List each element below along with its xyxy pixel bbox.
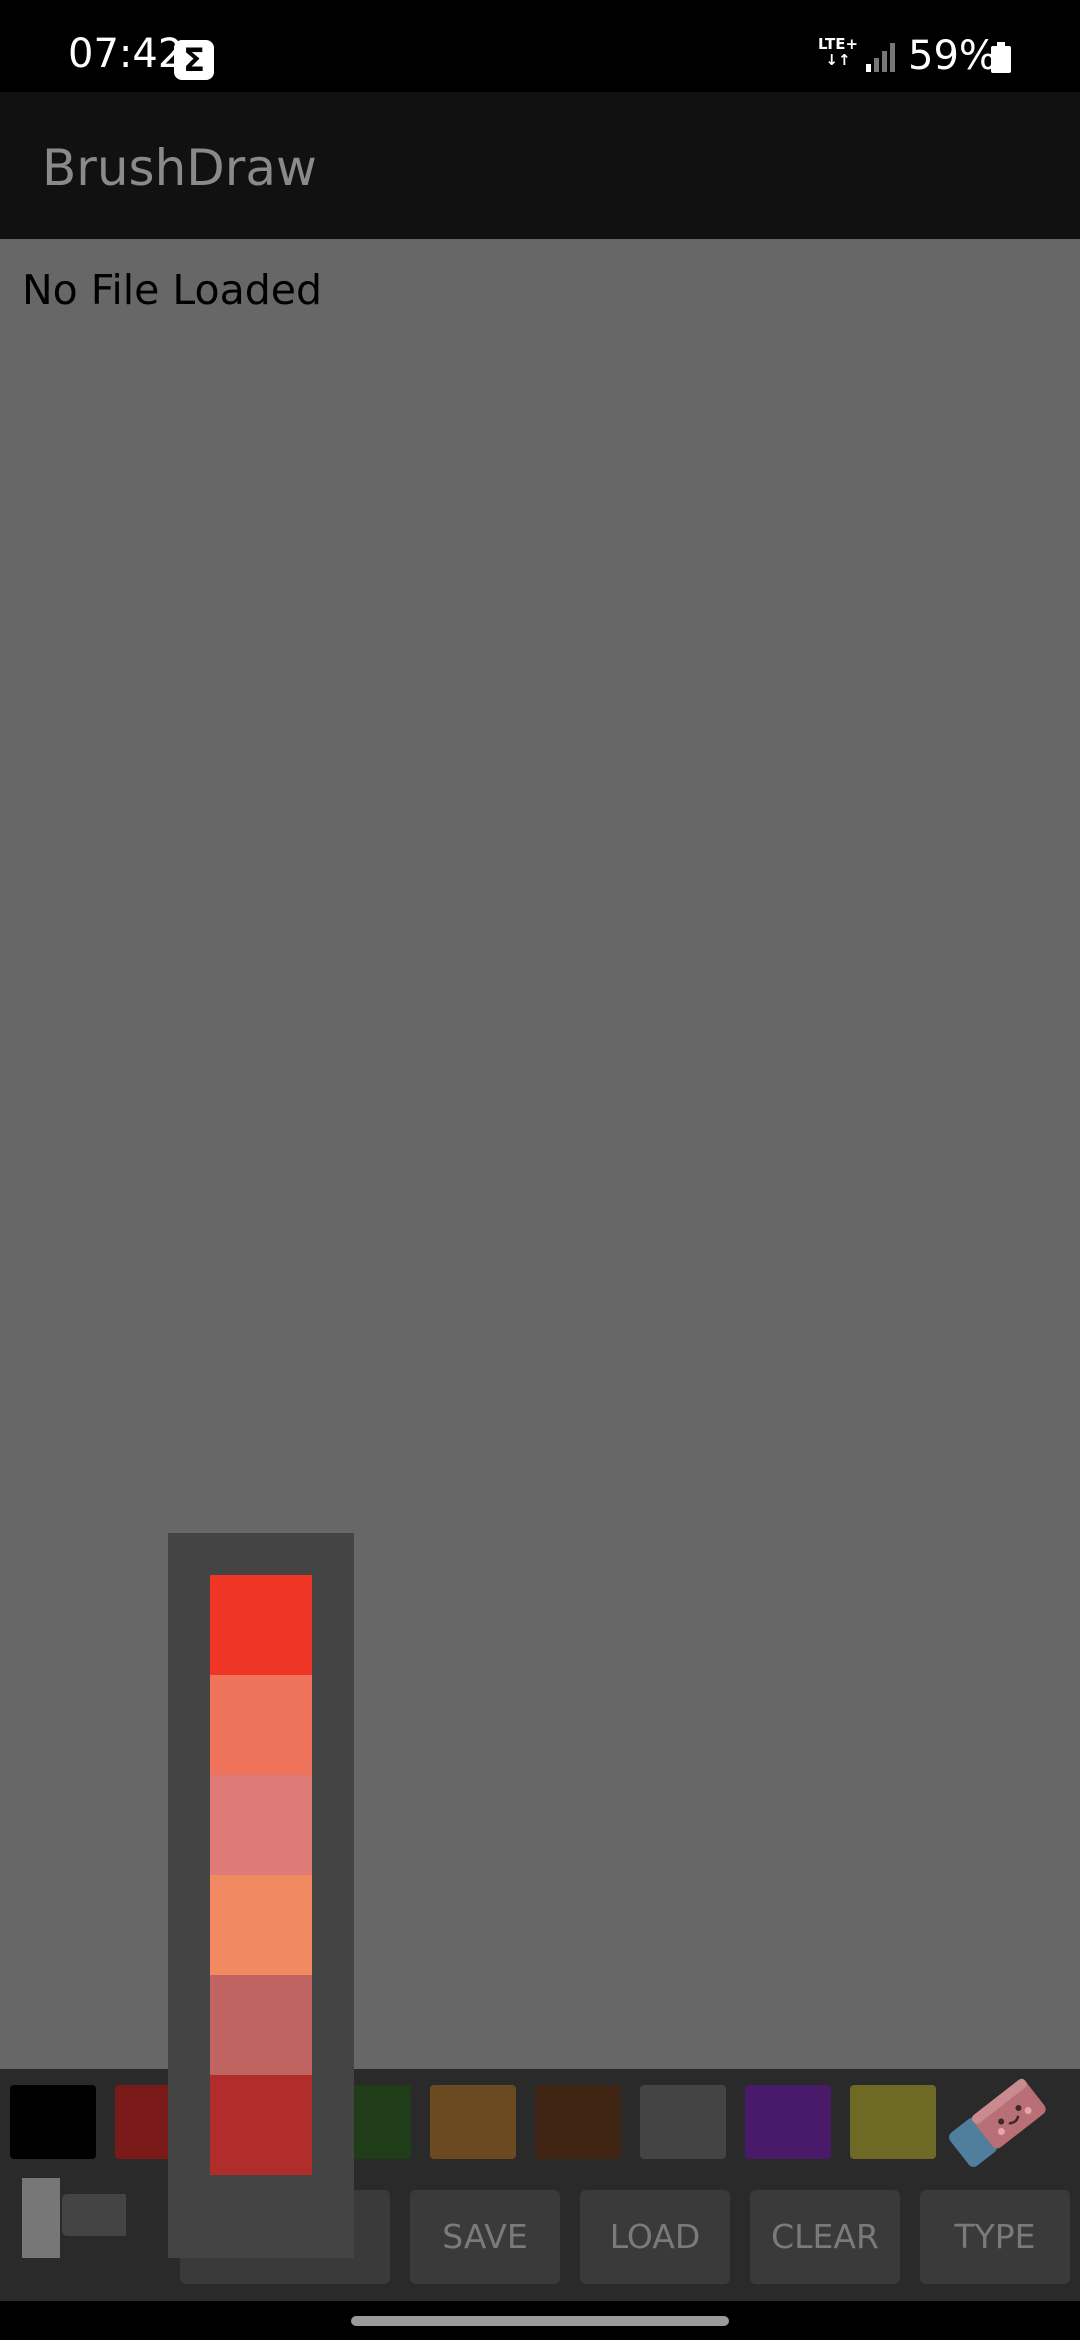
eraser-icon[interactable] [944,2072,1052,2176]
status-time: 07:42 [68,31,184,77]
battery-icon [991,42,1011,73]
shade-option[interactable] [210,1875,312,1975]
file-status-label: No File Loaded [22,266,323,314]
color-swatch-purple[interactable] [745,2085,831,2159]
sigma-icon: Σ [174,40,214,80]
load-button[interactable]: LOAD [580,2190,730,2284]
brush-size-icon[interactable] [18,2176,130,2260]
app-title: BrushDraw [42,139,317,197]
battery-percent: 59% [908,33,997,79]
clear-button[interactable]: CLEAR [750,2190,900,2284]
signal-icon [866,43,895,72]
shade-option[interactable] [210,1775,312,1875]
network-type: LTE+ ↓↑ [817,35,859,69]
save-button[interactable]: SAVE [410,2190,560,2284]
shade-option[interactable] [210,1675,312,1775]
color-swatch-black[interactable] [10,2085,96,2159]
color-swatch-dark-brown[interactable] [535,2085,621,2159]
shade-option[interactable] [210,2075,312,2175]
color-swatch-olive[interactable] [850,2085,936,2159]
color-swatch-dark-gray[interactable] [640,2085,726,2159]
type-button[interactable]: TYPE [920,2190,1070,2284]
drawing-canvas[interactable] [0,239,1080,2069]
shade-option[interactable] [210,1575,312,1675]
shade-option[interactable] [210,1975,312,2075]
color-swatch-brown-orange[interactable] [430,2085,516,2159]
network-label: LTE+ [817,35,859,53]
home-gesture-handle[interactable] [351,2316,729,2326]
